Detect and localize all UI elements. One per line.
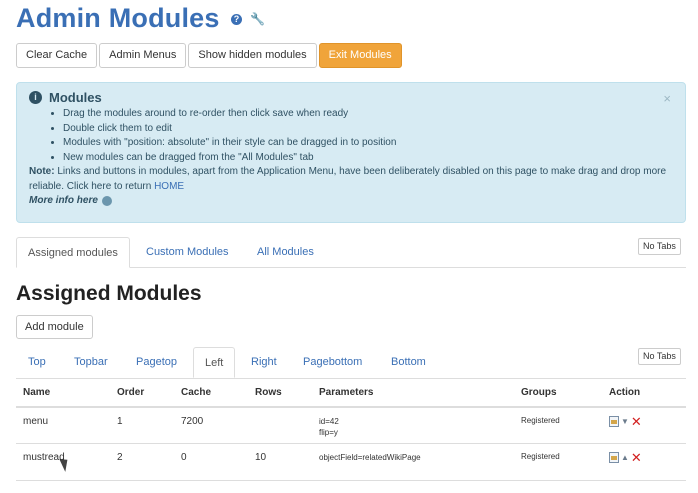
cell-groups: Registered xyxy=(514,443,602,481)
alert-note: Note: Links and buttons in modules, apar… xyxy=(29,165,673,194)
main-tabs: Assigned modules Custom Modules All Modu… xyxy=(16,237,686,268)
tab-topbar[interactable]: Topbar xyxy=(74,347,108,378)
header-order: Order xyxy=(110,378,174,408)
instruction-item: Drag the modules around to re-order then… xyxy=(63,107,673,122)
title-icons: ? 🔧 xyxy=(231,13,265,25)
cell-parameters: objectField=relatedWikiPage xyxy=(312,443,514,481)
clear-cache-button[interactable]: Clear Cache xyxy=(16,43,98,68)
tab-custom-modules[interactable]: Custom Modules xyxy=(146,237,229,268)
tab-bottom[interactable]: Bottom xyxy=(391,347,426,378)
move-down-icon[interactable]: ▼ xyxy=(621,417,629,426)
cell-groups: Registered xyxy=(514,406,602,444)
cell-order: 2 xyxy=(110,443,174,481)
cell-parameters: id=42 flip=y xyxy=(312,406,514,444)
header-parameters: Parameters xyxy=(312,378,514,408)
add-module-button[interactable]: Add module xyxy=(16,315,93,339)
page-title: Admin Modules xyxy=(16,3,220,33)
tab-assigned-modules[interactable]: Assigned modules xyxy=(16,237,130,268)
param-line: id=42 xyxy=(319,416,339,426)
tab-right[interactable]: Right xyxy=(251,347,277,378)
cell-rows: 10 xyxy=(248,443,312,481)
wrench-icon[interactable]: 🔧 xyxy=(250,13,265,25)
info-icon: i xyxy=(29,91,42,104)
delete-icon[interactable]: ✕ xyxy=(631,451,642,464)
instruction-list: Drag the modules around to re-order then… xyxy=(63,107,673,165)
tab-left[interactable]: Left xyxy=(193,347,236,378)
tab-pagebottom[interactable]: Pagebottom xyxy=(303,347,362,378)
cell-cache: 0 xyxy=(174,443,248,481)
exit-modules-button[interactable]: Exit Modules xyxy=(318,43,402,68)
show-hidden-modules-button[interactable]: Show hidden modules xyxy=(188,43,317,68)
table-row[interactable]: menu 1 7200 id=42 flip=y Registered ▼ ✕ xyxy=(16,406,686,444)
no-tabs-button[interactable]: No Tabs xyxy=(638,238,681,255)
instruction-item: New modules can be dragged from the "All… xyxy=(63,151,673,166)
modules-info-alert: × i Modules Drag the modules around to r… xyxy=(16,82,686,223)
param-line: flip=y xyxy=(319,427,338,437)
position-tabs: Top Topbar Pagetop Left Right Pagebottom… xyxy=(16,347,686,378)
param-line: objectField=relatedWikiPage xyxy=(319,453,421,462)
no-tabs-button-positions[interactable]: No Tabs xyxy=(638,348,681,365)
tab-all-modules[interactable]: All Modules xyxy=(257,237,314,268)
admin-menus-button[interactable]: Admin Menus xyxy=(99,43,187,68)
more-info-icon xyxy=(101,196,112,207)
cell-name: menu xyxy=(16,406,110,444)
edit-icon[interactable] xyxy=(609,415,619,427)
modules-table: Name Order Cache Rows Parameters Groups … xyxy=(16,378,686,481)
delete-icon[interactable]: ✕ xyxy=(631,415,642,428)
home-link[interactable]: HOME xyxy=(154,181,184,192)
help-icon[interactable]: ? xyxy=(231,14,242,25)
edit-icon[interactable] xyxy=(609,452,619,463)
section-title: Assigned Modules xyxy=(16,282,202,305)
table-header-row: Name Order Cache Rows Parameters Groups … xyxy=(16,378,686,408)
tab-top[interactable]: Top xyxy=(28,347,46,378)
close-icon[interactable]: × xyxy=(663,91,671,106)
header-groups: Groups xyxy=(514,378,602,408)
cell-cache: 7200 xyxy=(174,406,248,444)
table-row[interactable]: mustread 2 0 10 objectField=relatedWikiP… xyxy=(16,443,686,481)
cell-order: 1 xyxy=(110,406,174,444)
cell-action: ▼ ✕ xyxy=(602,406,686,444)
note-label: Note: xyxy=(29,166,55,177)
note-text: Links and buttons in modules, apart from… xyxy=(29,166,667,192)
move-up-icon[interactable]: ▲ xyxy=(621,453,629,462)
cell-rows xyxy=(248,406,312,444)
instruction-item: Double click them to edit xyxy=(63,122,673,137)
more-info-link[interactable]: More info here xyxy=(29,194,112,209)
alert-title: Modules xyxy=(49,90,102,105)
cell-action: ▲ ✕ xyxy=(602,443,686,481)
header-name: Name xyxy=(16,378,110,408)
header-action: Action xyxy=(602,378,686,408)
more-info-label: More info here xyxy=(29,195,98,206)
toolbar: Clear Cache Admin Menus Show hidden modu… xyxy=(16,43,402,68)
instruction-item: Modules with "position: absolute" in the… xyxy=(63,136,673,151)
tab-pagetop[interactable]: Pagetop xyxy=(136,347,177,378)
header-cache: Cache xyxy=(174,378,248,408)
header-rows: Rows xyxy=(248,378,312,408)
